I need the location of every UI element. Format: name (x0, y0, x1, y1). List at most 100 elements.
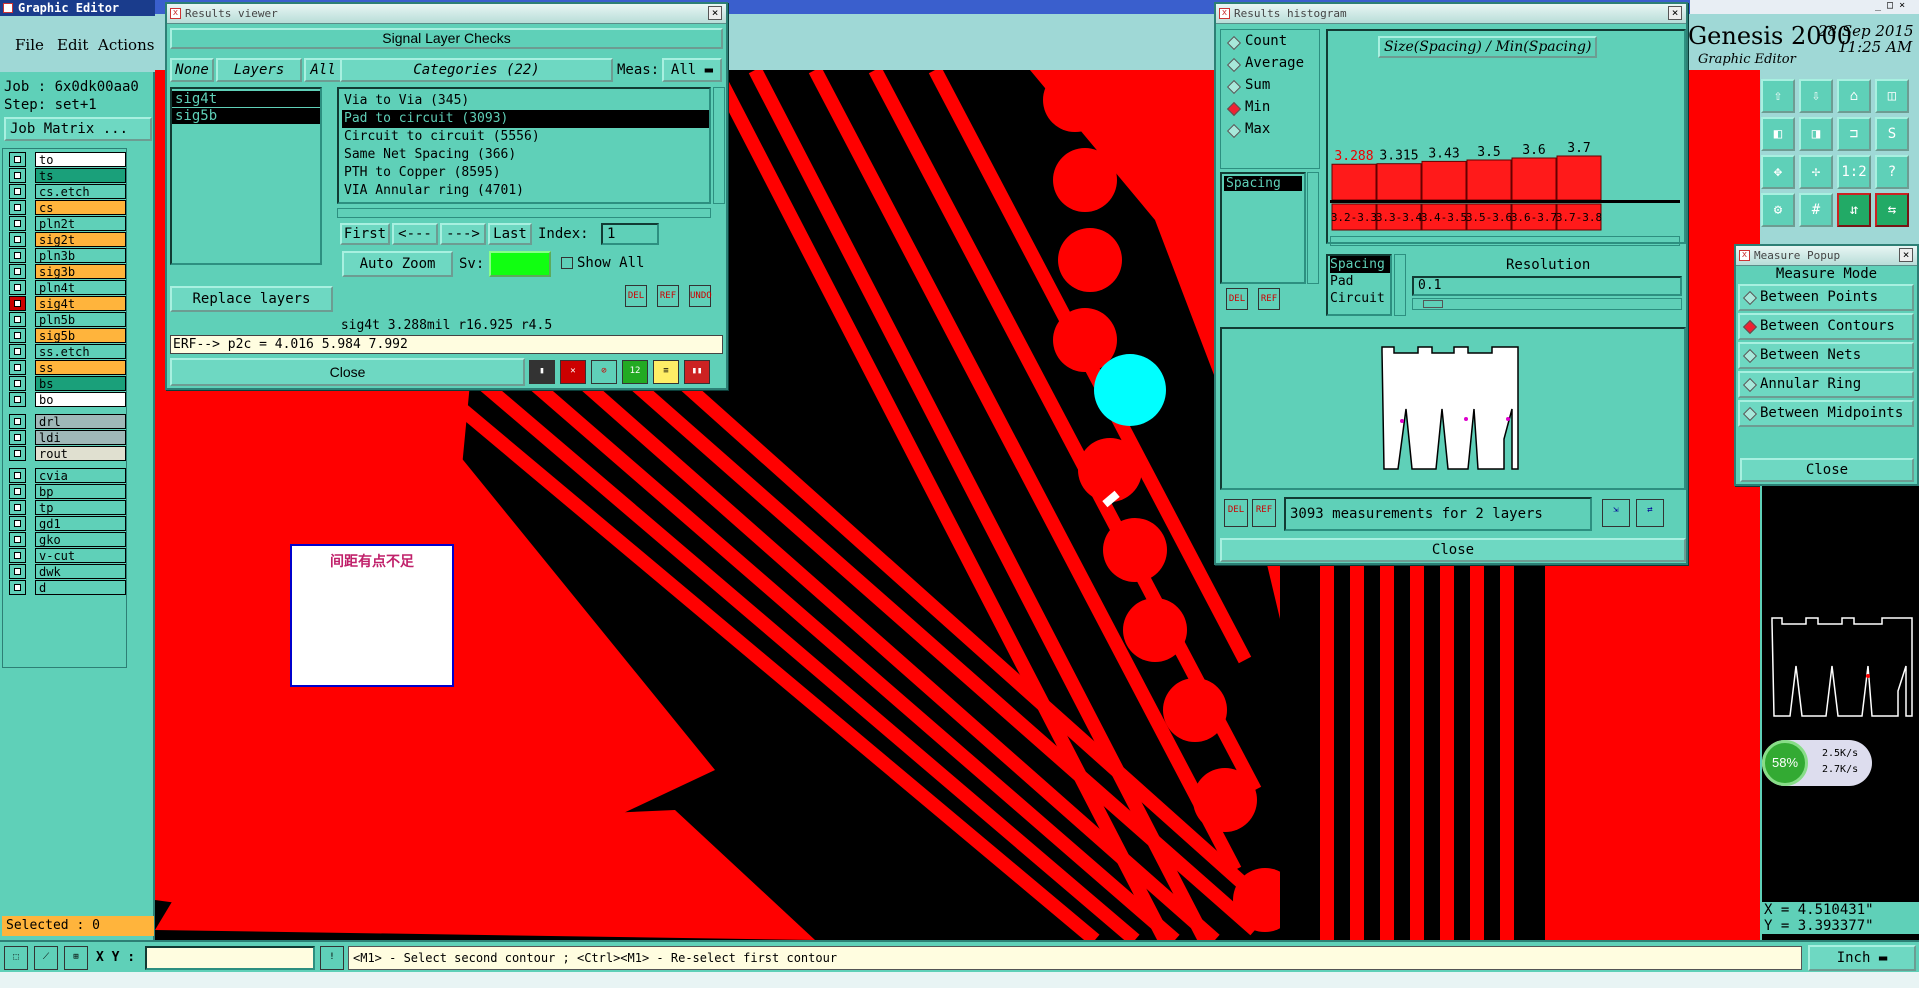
mode-label-count[interactable]: Count (1245, 33, 1287, 49)
mode-radio-count[interactable] (1226, 35, 1242, 51)
category-item[interactable]: Pad to circuit (3093) (342, 110, 709, 128)
next-button[interactable]: ---> (440, 223, 486, 245)
export-icon[interactable]: ⇲ (1602, 499, 1630, 527)
layer-row-sig4t[interactable]: sig4t (9, 296, 126, 311)
categories-button[interactable]: Categories (22) (340, 58, 613, 82)
layer-row-ss.etch[interactable]: ss.etch (9, 344, 126, 359)
layer-label[interactable]: ldi (35, 430, 126, 445)
layer-label[interactable]: pln4t (35, 280, 126, 295)
last-button[interactable]: Last (488, 223, 532, 245)
mode-label-max[interactable]: Max (1245, 121, 1270, 137)
layer-row-ss[interactable]: ss (9, 360, 126, 375)
mode-radio-sum[interactable] (1226, 79, 1242, 95)
histogram-bar[interactable] (1376, 163, 1422, 201)
layer-label[interactable]: rout (35, 446, 126, 461)
resolution-slider[interactable] (1412, 298, 1682, 310)
category-item[interactable]: VIA Annular ring (4701) (342, 182, 709, 200)
layer-checkbox[interactable] (9, 232, 26, 247)
open-icon[interactable]: ⇧ (1761, 79, 1795, 113)
draw-icon[interactable]: ⟋ (34, 946, 58, 970)
layer-row-dwk[interactable]: dwk (9, 564, 126, 579)
mode-radio-average[interactable] (1226, 57, 1242, 73)
first-button[interactable]: First (340, 223, 390, 245)
menu-file[interactable]: File (15, 36, 44, 54)
info-icon[interactable]: ! (320, 946, 344, 970)
field-list-scrollbar[interactable] (1307, 172, 1319, 284)
layer-label[interactable]: bp (35, 484, 126, 499)
layer-checkbox[interactable] (9, 484, 26, 499)
measure-option-between-midpoints[interactable]: Between Midpoints (1738, 400, 1914, 427)
none-button[interactable]: None (170, 58, 214, 82)
histogram-bar[interactable] (1511, 157, 1557, 201)
layer-label[interactable]: sig3b (35, 264, 126, 279)
index-input[interactable]: 1 (601, 223, 659, 245)
histogram-icon[interactable]: ▮▮ (684, 360, 710, 384)
left-icon[interactable]: ◧ (1761, 117, 1795, 151)
layer-row-gd1[interactable]: gd1 (9, 516, 126, 531)
resolution-field[interactable]: 0.1 (1412, 276, 1682, 296)
layer-checkbox[interactable] (9, 580, 26, 595)
layer-row-pln3b[interactable]: pln3b (9, 248, 126, 263)
prev-button[interactable]: <--- (392, 223, 438, 245)
job-matrix-button[interactable]: Job Matrix ... (4, 117, 152, 141)
close-icon[interactable]: × (1899, 248, 1913, 262)
layer-checkbox[interactable] (9, 446, 26, 461)
measure-titlebar[interactable]: x Measure Popup × (1736, 246, 1917, 266)
units-select[interactable]: Inch ▬ (1808, 945, 1916, 971)
layer-checkbox[interactable] (9, 564, 26, 579)
layer-row-pln2t[interactable]: pln2t (9, 216, 126, 231)
layer-label[interactable]: sig2t (35, 232, 126, 247)
histogram-titlebar[interactable]: x Results histogram × (1216, 4, 1686, 24)
histogram-hscroll[interactable] (1330, 236, 1680, 246)
layer-label[interactable]: bo (35, 392, 126, 407)
measure-option-between-points[interactable]: Between Points (1738, 284, 1914, 311)
sv-color-select[interactable] (489, 251, 551, 277)
layer-checkbox[interactable] (9, 328, 26, 343)
layer-label[interactable]: gko (35, 532, 126, 547)
snap-icon[interactable]: ⊐ (1837, 117, 1871, 151)
layer-label[interactable]: d (35, 580, 126, 595)
layer-item-sig4t[interactable]: sig4t (172, 91, 320, 107)
measure-icon[interactable]: ⇵ (1837, 193, 1871, 227)
layer-row-v-cut[interactable]: v-cut (9, 548, 126, 563)
layer-checkbox[interactable] (9, 344, 26, 359)
measure-close-button[interactable]: Close (1740, 458, 1914, 482)
sub-item-spacing[interactable]: Spacing (1330, 256, 1390, 273)
field-list[interactable]: Spacing (1220, 172, 1306, 284)
layer-checkbox[interactable] (9, 152, 26, 167)
layer-icon[interactable]: ▮ (529, 360, 555, 384)
layer-checkbox[interactable] (9, 216, 26, 231)
layer-label[interactable]: pln3b (35, 248, 126, 263)
layer-row-bs[interactable]: bs (9, 376, 126, 391)
replace-layers-select[interactable]: Replace layers (170, 286, 333, 312)
save-icon[interactable]: ⇩ (1799, 79, 1833, 113)
sub-item-circuit[interactable]: Circuit (1330, 290, 1390, 307)
select-icon[interactable]: ⬚ (4, 946, 28, 970)
window-controls[interactable]: _ □ × (1875, 0, 1919, 14)
layer-label[interactable]: sig4t (35, 296, 126, 311)
layer-row-ldi[interactable]: ldi (9, 430, 126, 445)
show-all-checkbox[interactable] (561, 257, 573, 269)
layer-checkbox[interactable] (9, 392, 26, 407)
results-viewer-titlebar[interactable]: x Results viewer × (167, 4, 726, 24)
layer-row-d[interactable]: d (9, 580, 126, 595)
layer-row-cvia[interactable]: cvia (9, 468, 126, 483)
mode-label-average[interactable]: Average (1245, 55, 1304, 71)
menu-edit[interactable]: Edit (57, 36, 88, 54)
measure-option-between-contours[interactable]: Between Contours (1738, 313, 1914, 340)
report-icon[interactable]: ≡ (653, 360, 679, 384)
curve-icon[interactable]: S (1875, 117, 1909, 151)
layer-checkbox[interactable] (9, 548, 26, 563)
layer-checkbox[interactable] (9, 280, 26, 295)
grid-snap-icon[interactable]: ⊞ (64, 946, 88, 970)
layer-label[interactable]: drl (35, 414, 126, 429)
transfer-icon[interactable]: ⇄ (1636, 499, 1664, 527)
layer-checkbox[interactable] (9, 468, 26, 483)
help-icon[interactable]: ? (1875, 155, 1909, 189)
layer-checkbox[interactable] (9, 430, 26, 445)
layer-label[interactable]: pln5b (35, 312, 126, 327)
layer-checkbox[interactable] (9, 264, 26, 279)
category-item[interactable]: PTH to Copper (8595) (342, 164, 709, 182)
histogram-bar[interactable] (1331, 163, 1377, 201)
layer-checkbox[interactable] (9, 516, 26, 531)
